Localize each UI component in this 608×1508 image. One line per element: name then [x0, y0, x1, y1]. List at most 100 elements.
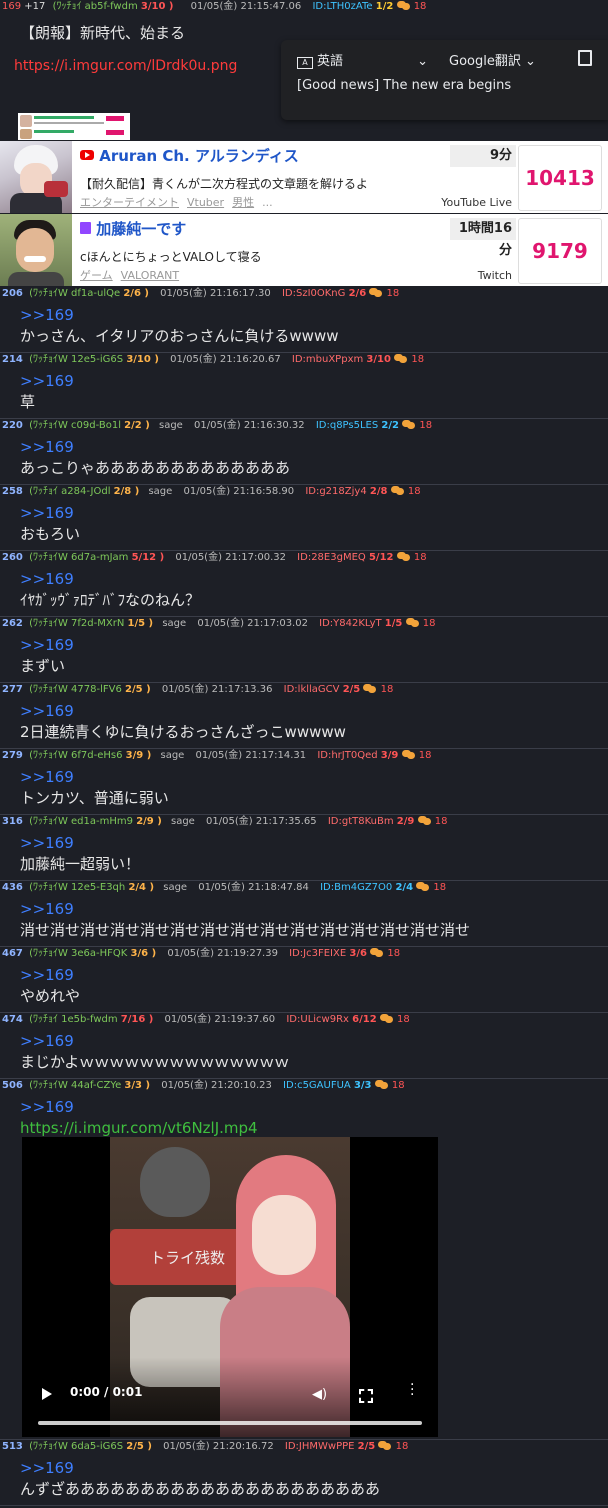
post-name[interactable]: (ﾜｯﾁｮｲ 1e5b-fwdm: [29, 1014, 118, 1025]
tag-link[interactable]: 男性: [232, 196, 254, 209]
post-id[interactable]: ID:lkllaGCV: [284, 684, 340, 695]
stream-title[interactable]: Aruran Ch. アルランディス: [80, 145, 299, 166]
post-name[interactable]: (ﾜｯﾁｮｲW 12e5-E3qh: [29, 882, 125, 893]
post-number[interactable]: 279: [2, 750, 23, 761]
post-name[interactable]: (ﾜｯﾁｮｲW 3e6a-HFQK: [29, 948, 127, 959]
reply-count[interactable]: 18: [433, 882, 446, 893]
post-id[interactable]: ID:hrJT0Qed: [317, 750, 377, 761]
stream-card-youtube[interactable]: Aruran Ch. アルランディス 9分 【耐久配信】青くんが二次方程式の文章…: [0, 141, 608, 213]
video-link[interactable]: https://i.imgur.com/vt6NzlJ.mp4: [20, 1118, 608, 1139]
reply-anchor[interactable]: >>169: [20, 503, 608, 524]
post-number[interactable]: 206: [2, 288, 23, 299]
post-name[interactable]: (ﾜｯﾁｮｲW c09d-Bo1l: [29, 420, 121, 431]
tag-link[interactable]: ゲーム: [80, 269, 113, 282]
post-name[interactable]: (ﾜｯﾁｮｲW 12e5-iG6S: [29, 354, 123, 365]
progress-bar[interactable]: [38, 1421, 422, 1425]
reply-count[interactable]: 18: [381, 684, 394, 695]
copy-icon[interactable]: [578, 50, 592, 66]
tag-link[interactable]: Vtuber: [187, 196, 224, 209]
language-selector[interactable]: A 英語 ⌄: [297, 50, 428, 69]
reply-anchor[interactable]: >>169: [20, 371, 608, 392]
fullscreen-icon[interactable]: [359, 1389, 373, 1403]
reply-anchor[interactable]: >>169: [20, 1458, 608, 1479]
stream-card-twitch[interactable]: 加藤純一です 1時間16分 cほんとにちょっとVALOして寝る ゲーム VALOR…: [0, 214, 608, 286]
reply-count[interactable]: 18: [396, 1441, 409, 1452]
tag-link[interactable]: エンターテイメント: [80, 196, 179, 209]
post-id[interactable]: ID:q8Ps5LES: [316, 420, 378, 431]
post-id[interactable]: ID:Bm4GZ7O0: [320, 882, 392, 893]
reply-anchor[interactable]: >>169: [20, 635, 608, 656]
post-name[interactable]: (ﾜｯﾁｮｲW 6f7d-eHs6: [29, 750, 122, 761]
reply-anchor[interactable]: >>169: [20, 833, 608, 854]
post-name[interactable]: (ﾜｯﾁｮｲW 6da5-iG6S: [29, 1441, 123, 1452]
volume-icon[interactable]: ◀): [312, 1387, 327, 1402]
post-name[interactable]: (ﾜｯﾁｮｲW ed1a-mHm9: [29, 816, 133, 827]
reply-anchor[interactable]: >>169: [20, 1031, 608, 1052]
post-id[interactable]: ID:Y842KLyT: [319, 618, 381, 629]
video-player[interactable]: トライ残数 0:00 / 0:01 ◀) · · ·: [22, 1137, 438, 1437]
post-id[interactable]: ID:ULicw9Rx: [286, 1014, 349, 1025]
post-id[interactable]: ID:28E3gMEQ: [297, 552, 366, 563]
tag-link[interactable]: VALORANT: [121, 269, 179, 282]
post-name[interactable]: (ﾜｯﾁｮｲW df1a-ulQe: [29, 288, 120, 299]
reply-anchor[interactable]: >>169: [20, 569, 608, 590]
post-name[interactable]: (ﾜｯﾁｮｲW 4778-lFV6: [29, 684, 122, 695]
more-options-icon[interactable]: · · ·: [410, 1378, 414, 1402]
reply-count[interactable]: 18: [397, 1014, 410, 1025]
reply-count[interactable]: 18: [411, 354, 424, 365]
reply-anchor[interactable]: >>169: [20, 767, 608, 788]
reply-anchor[interactable]: >>169: [20, 899, 608, 920]
reply-count[interactable]: 18: [414, 552, 427, 563]
reply-anchor[interactable]: >>169: [20, 1097, 608, 1118]
stream-title[interactable]: 加藤純一です: [80, 218, 186, 239]
reply-count[interactable]: 18: [387, 948, 400, 959]
reply-count[interactable]: 18: [435, 816, 448, 827]
post-name[interactable]: (ﾜｯﾁｮｲW 44af-CZYe: [29, 1080, 121, 1091]
reply-anchor[interactable]: >>169: [20, 305, 608, 326]
post-number[interactable]: 513: [2, 1441, 23, 1452]
post-number[interactable]: 474: [2, 1014, 23, 1025]
post-number[interactable]: 258: [2, 486, 23, 497]
post-id[interactable]: ID:g218Zjy4: [305, 486, 366, 497]
post-number[interactable]: 169: [2, 1, 21, 12]
translation-service-selector[interactable]: Google翻訳 ⌄: [449, 50, 536, 69]
post-name[interactable]: (ﾜｯﾁｮｲW 7f2d-MXrN: [29, 618, 124, 629]
post-number[interactable]: 506: [2, 1080, 23, 1091]
post-id[interactable]: ID:JHMWwPPE: [285, 1441, 355, 1452]
post-text: トンカツ、普通に弱い: [20, 789, 169, 807]
reply-count[interactable]: 18: [387, 288, 400, 299]
post-id[interactable]: ID:gtT8KuBm: [328, 816, 394, 827]
post-id[interactable]: ID:Jc3FEIXE: [289, 948, 346, 959]
reply-count[interactable]: 18: [419, 420, 432, 431]
post-number[interactable]: 316: [2, 816, 23, 827]
post-number[interactable]: 214: [2, 354, 23, 365]
post-number[interactable]: 262: [2, 618, 23, 629]
post-number[interactable]: 277: [2, 684, 23, 695]
post-id-count: 2/6: [348, 288, 367, 299]
post-id[interactable]: ID:mbuXPpxm: [292, 354, 363, 365]
post-name[interactable]: (ﾜｯﾁｮｲW 6d7a-mJam: [29, 552, 128, 563]
reply-count[interactable]: 18: [423, 618, 436, 629]
reply-anchor[interactable]: >>169: [20, 965, 608, 986]
reply-count[interactable]: 18: [408, 486, 421, 497]
op-image-link[interactable]: https://i.imgur.com/lDrdk0u.png: [14, 58, 237, 74]
reply-count[interactable]: 18: [414, 1, 427, 12]
post-number[interactable]: 220: [2, 420, 23, 431]
post-header: 279 (ﾜｯﾁｮｲW 6f7d-eHs6 3/9 ) sage 01/05(金…: [0, 749, 608, 763]
post-number[interactable]: 467: [2, 948, 23, 959]
post-id[interactable]: ID:c5GAUFUA: [283, 1080, 351, 1091]
post-id[interactable]: ID:LTH0zATe: [312, 1, 372, 12]
post-name[interactable]: (ﾜｯﾁｮｲ a284-JOdl: [29, 486, 110, 497]
post-id[interactable]: ID:SzI0OKnG: [282, 288, 345, 299]
reply-count[interactable]: 18: [419, 750, 432, 761]
reply-anchor[interactable]: >>169: [20, 437, 608, 458]
post-number[interactable]: 436: [2, 882, 23, 893]
reply-count[interactable]: 18: [392, 1080, 405, 1091]
reply-anchor[interactable]: >>169: [20, 701, 608, 722]
post-number[interactable]: 260: [2, 552, 23, 563]
service-label: Google翻訳: [449, 54, 521, 69]
play-icon[interactable]: [42, 1388, 52, 1400]
op-image-thumbnail[interactable]: [18, 113, 130, 140]
post-text: 加藤純一超弱い！: [20, 855, 141, 873]
post-name[interactable]: (ﾜｯﾁｮｲ ab5f-fwdm: [53, 1, 138, 12]
